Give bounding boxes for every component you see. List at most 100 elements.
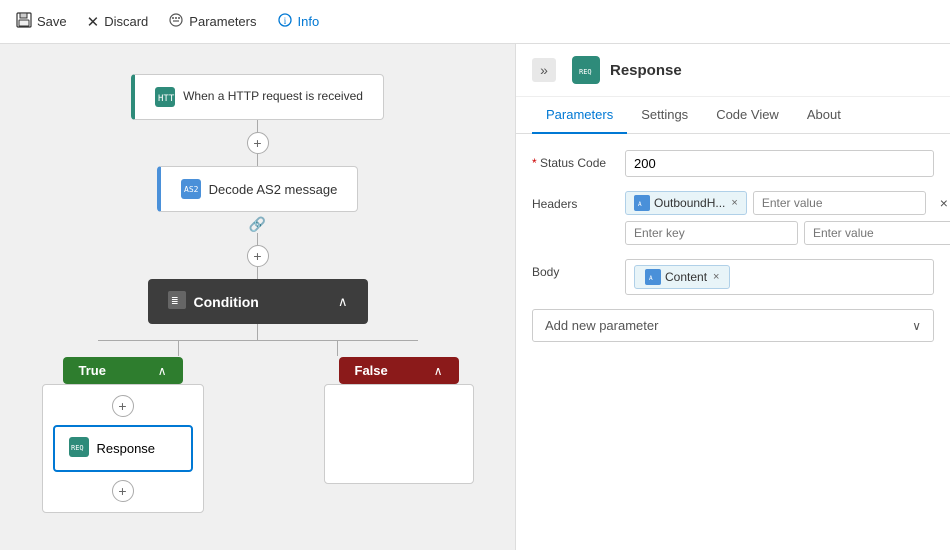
save-icon — [16, 12, 32, 32]
collapse-icon: » — [540, 62, 548, 78]
svg-text:A: A — [638, 201, 642, 208]
true-label: True — [79, 363, 106, 378]
status-code-input[interactable] — [625, 150, 934, 177]
line-2 — [257, 154, 258, 166]
info-label: Info — [298, 14, 320, 29]
main-area: HTTP When a HTTP request is received + A… — [0, 44, 950, 550]
headers-first-row: A OutboundH... × × ⊞ — [625, 191, 950, 215]
outbound-tag-close[interactable]: × — [731, 197, 737, 209]
false-branch: False ∧ — [324, 357, 474, 513]
outbound-tag-label: OutboundH... — [654, 196, 725, 210]
h-line — [98, 340, 418, 341]
tab-parameters[interactable]: Parameters — [532, 97, 627, 134]
add-param-dropdown[interactable]: Add new parameter ∨ — [532, 309, 934, 342]
headers-label: Headers — [532, 191, 617, 211]
flow-container: HTTP When a HTTP request is received + A… — [88, 74, 428, 513]
false-caret: ∧ — [434, 364, 443, 378]
true-branch: True ∧ + REQ — [42, 357, 204, 513]
panel-title: Response — [610, 62, 682, 79]
status-code-row: * Status Code — [532, 150, 934, 177]
v-right — [337, 340, 338, 356]
condition-collapse-icon[interactable]: ∧ — [338, 294, 348, 310]
info-icon: i — [277, 12, 293, 32]
condition-label: Condition — [194, 294, 259, 310]
save-button[interactable]: Save — [16, 12, 67, 32]
line-4 — [257, 267, 258, 279]
headers-row: Headers A OutboundH... × — [532, 191, 934, 245]
connector-1: + — [247, 120, 269, 166]
collapse-button[interactable]: » — [532, 58, 556, 82]
delete-icon: × — [940, 195, 948, 211]
enter-key-input[interactable] — [625, 221, 798, 245]
branch-connector: True ∧ + REQ — [88, 324, 428, 513]
svg-text:i: i — [283, 16, 286, 26]
status-code-required: * — [532, 156, 537, 170]
tag-icon: A — [634, 195, 650, 211]
condition-left: ≣ Condition — [168, 291, 259, 312]
discard-label: Discard — [104, 14, 148, 29]
enter-value-input-2[interactable] — [804, 221, 950, 245]
info-button[interactable]: i Info — [277, 12, 320, 32]
svg-text:REQ: REQ — [71, 444, 84, 452]
content-close[interactable]: × — [713, 271, 719, 283]
http-trigger-label: When a HTTP request is received — [183, 89, 363, 105]
condition-node[interactable]: ≣ Condition ∧ — [148, 279, 368, 324]
tab-settings[interactable]: Settings — [627, 97, 702, 134]
headers-second-row — [625, 221, 950, 245]
tab-about[interactable]: About — [793, 97, 855, 134]
content-label: Content — [665, 270, 707, 284]
v-left — [178, 340, 179, 356]
enter-value-input-1[interactable] — [753, 191, 926, 215]
delete-row-button[interactable]: × — [932, 191, 950, 215]
tab-code-view[interactable]: Code View — [702, 97, 793, 134]
false-branch-body — [324, 384, 474, 484]
svg-text:A: A — [649, 275, 653, 282]
canvas: HTTP When a HTTP request is received + A… — [0, 44, 515, 550]
toolbar: Save ✕ Discard Parameters i Info — [0, 0, 950, 44]
body-row: Body A Content × — [532, 259, 934, 295]
discard-icon: ✕ — [87, 13, 100, 31]
headers-content: A OutboundH... × × ⊞ — [625, 191, 950, 245]
add-btn-1[interactable]: + — [247, 132, 269, 154]
parameters-icon — [168, 12, 184, 32]
panel-tabs: Parameters Settings Code View About — [516, 97, 950, 134]
false-branch-header[interactable]: False ∧ — [339, 357, 459, 384]
right-panel: » REQ Response Parameters Settings Code … — [515, 44, 950, 550]
true-caret: ∧ — [158, 364, 167, 378]
panel-icon: REQ — [572, 56, 600, 84]
panel-content: * Status Code Headers — [516, 134, 950, 550]
body-label: Body — [532, 259, 617, 279]
content-icon: A — [645, 269, 661, 285]
panel-header: » REQ Response — [516, 44, 950, 97]
decode-node[interactable]: AS2 Decode AS2 message — [157, 166, 359, 212]
decode-icon: AS2 — [181, 179, 201, 199]
svg-text:≣: ≣ — [171, 296, 179, 306]
decode-label: Decode AS2 message — [209, 182, 338, 197]
condition-icon: ≣ — [168, 291, 186, 312]
response-node[interactable]: REQ Response — [53, 425, 193, 472]
save-label: Save — [37, 14, 67, 29]
line-3 — [257, 233, 258, 245]
branch-headers: True ∧ + REQ — [42, 357, 474, 513]
discard-button[interactable]: ✕ Discard — [87, 13, 149, 31]
add-btn-2[interactable]: + — [247, 245, 269, 267]
add-btn-true[interactable]: + — [112, 395, 134, 417]
http-trigger-icon: HTTP — [155, 87, 175, 107]
line-1 — [257, 120, 258, 132]
svg-text:HTTP: HTTP — [158, 94, 175, 104]
svg-text:AS2: AS2 — [184, 185, 199, 194]
decode-footer: 🔗 — [249, 212, 266, 233]
body-field[interactable]: A Content × — [625, 259, 934, 295]
add-param-label: Add new parameter — [545, 318, 658, 333]
true-branch-header[interactable]: True ∧ — [63, 357, 183, 384]
response-icon: REQ — [69, 437, 89, 460]
add-btn-true-bottom[interactable]: + — [112, 480, 134, 502]
chevron-down-icon: ∨ — [912, 319, 921, 333]
content-pill: A Content × — [634, 265, 730, 289]
true-branch-body: + REQ Response + — [42, 384, 204, 513]
parameters-button[interactable]: Parameters — [168, 12, 256, 32]
outbound-tag: A OutboundH... × — [625, 191, 747, 215]
svg-text:REQ: REQ — [579, 68, 592, 76]
http-trigger-node[interactable]: HTTP When a HTTP request is received — [131, 74, 384, 120]
parameters-label: Parameters — [189, 14, 256, 29]
